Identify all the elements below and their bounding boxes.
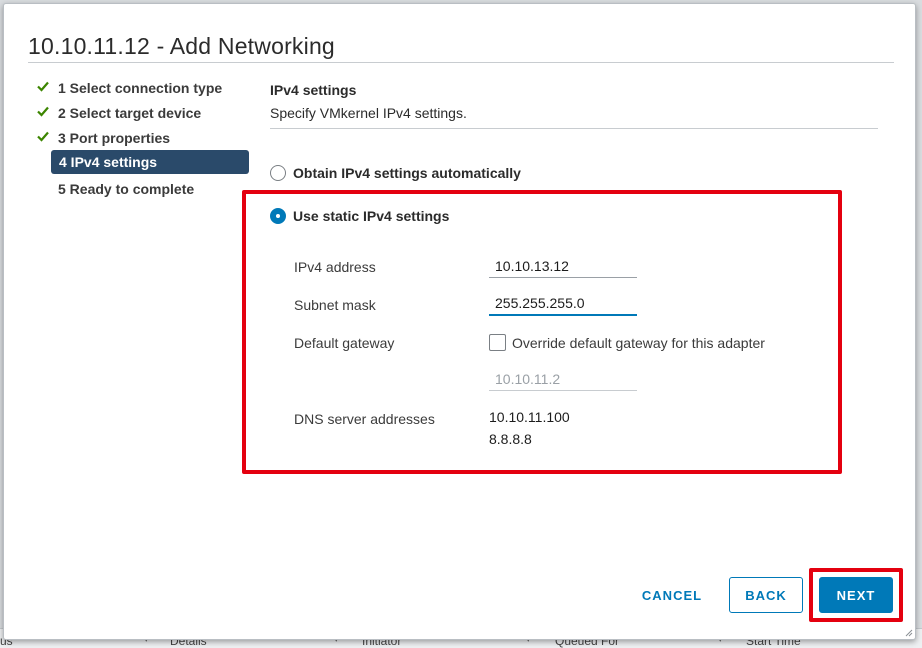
check-icon xyxy=(37,131,49,142)
dns-server-value-1: 10.10.11.100 xyxy=(489,409,570,425)
title-divider xyxy=(28,62,894,63)
annotation-highlight-next xyxy=(809,568,903,622)
check-icon xyxy=(37,81,49,92)
back-button[interactable]: BACK xyxy=(729,577,803,613)
obtain-auto-label[interactable]: Obtain IPv4 settings automatically xyxy=(293,165,521,181)
subnet-mask-field[interactable]: 255.255.255.0 xyxy=(489,292,637,316)
section-title: IPv4 settings xyxy=(270,82,357,98)
step-label: 5 Ready to complete xyxy=(58,181,195,197)
default-gateway-field: 10.10.11.2 xyxy=(489,368,637,391)
subnet-mask-value: 255.255.255.0 xyxy=(495,295,585,311)
ipv4-address-field[interactable]: 10.10.13.12 xyxy=(489,255,637,278)
step-label: 3 Port properties xyxy=(58,130,171,146)
step-label: 2 Select target device xyxy=(58,105,202,121)
cancel-button[interactable]: CANCEL xyxy=(632,578,712,614)
annotation-highlight-static-settings xyxy=(242,190,842,474)
default-gateway-value: 10.10.11.2 xyxy=(495,371,561,387)
step-label: 4 IPv4 settings xyxy=(59,154,158,170)
section-divider xyxy=(270,128,878,129)
obtain-auto-radio[interactable] xyxy=(270,165,286,181)
dns-server-value-2: 8.8.8.8 xyxy=(489,431,532,447)
default-gateway-label: Default gateway xyxy=(294,335,395,351)
ipv4-address-value: 10.10.13.12 xyxy=(495,258,569,274)
override-gateway-label[interactable]: Override default gateway for this adapte… xyxy=(512,335,765,351)
step-label: 1 Select connection type xyxy=(58,80,223,96)
check-icon xyxy=(37,106,49,117)
dns-server-label: DNS server addresses xyxy=(294,411,435,427)
dialog-title: 10.10.11.12 - Add Networking xyxy=(28,33,335,59)
ipv4-address-label: IPv4 address xyxy=(294,259,376,275)
add-networking-dialog: 10.10.11.12 - Add Networking 1 Select co… xyxy=(3,3,916,640)
section-description: Specify VMkernel IPv4 settings. xyxy=(270,105,467,121)
subnet-mask-label: Subnet mask xyxy=(294,297,376,313)
resize-grip-icon[interactable] xyxy=(903,627,913,637)
override-gateway-checkbox[interactable] xyxy=(489,334,506,351)
step-ipv4-settings[interactable]: 4 IPv4 settings xyxy=(51,150,249,174)
